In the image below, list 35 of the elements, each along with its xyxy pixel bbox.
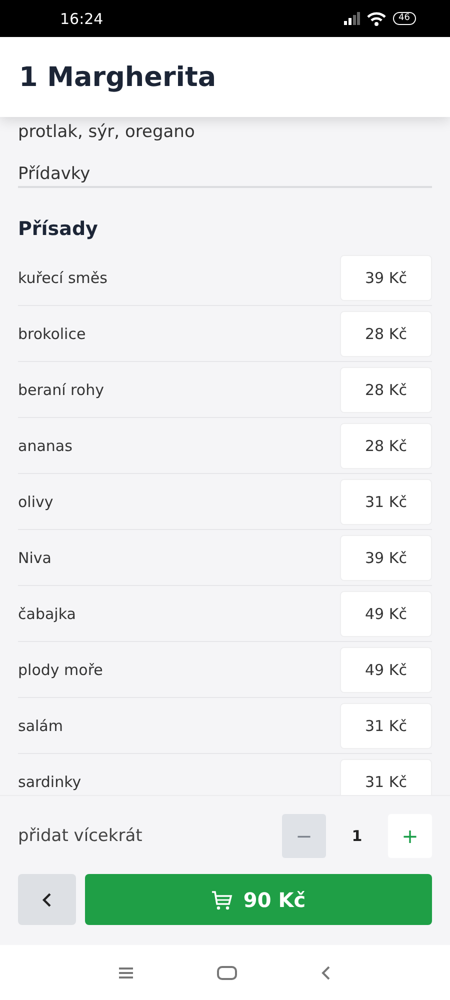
- description-text: protlak, sýr, oregano: [18, 121, 196, 143]
- quantity-label: přidat vícekrát: [18, 826, 142, 846]
- cart-icon: [211, 888, 234, 910]
- price-button[interactable]: 39 Kč: [340, 534, 432, 580]
- ingredient-name: olivy: [18, 492, 54, 510]
- ingredient-name: beraní rohy: [18, 380, 104, 398]
- price-button[interactable]: 31 Kč: [340, 478, 432, 524]
- price-button[interactable]: 28 Kč: [340, 310, 432, 356]
- signal-icon: [344, 12, 360, 25]
- price-button[interactable]: 31 Kč: [340, 702, 432, 748]
- ingredient-name: čabajka: [18, 604, 76, 622]
- price-button[interactable]: 28 Kč: [340, 366, 432, 412]
- price-button[interactable]: 49 Kč: [340, 590, 432, 636]
- battery-icon: 46: [392, 12, 416, 25]
- chevron-left-icon: [42, 892, 52, 906]
- clock-time: 16:24: [60, 10, 104, 28]
- quantity-value: 1: [350, 827, 364, 845]
- page-title: 1 Margherita: [19, 62, 216, 92]
- ingredient-name: brokolice: [18, 324, 86, 342]
- section-heading: Přísady: [18, 218, 99, 240]
- ingredient-name: plody moře: [18, 660, 103, 678]
- ingredient-name: sardinky: [18, 772, 82, 790]
- menu-icon[interactable]: [119, 966, 133, 978]
- price-button[interactable]: 49 Kč: [340, 646, 432, 692]
- ingredient-name: kuřecí směs: [18, 268, 108, 286]
- price-button[interactable]: 28 Kč: [340, 422, 432, 468]
- ingredient-name: salám: [18, 716, 63, 734]
- tab[interactable]: Přídavky: [18, 163, 90, 186]
- home-icon[interactable]: [217, 966, 237, 980]
- price-button[interactable]: 31 Kč: [340, 758, 432, 795]
- ingredient-name: Niva: [18, 548, 52, 566]
- price-button[interactable]: 39 Kč: [340, 254, 432, 300]
- ingredient-name: ananas: [18, 436, 72, 454]
- back-icon[interactable]: [321, 966, 331, 980]
- wifi-icon: [366, 11, 386, 26]
